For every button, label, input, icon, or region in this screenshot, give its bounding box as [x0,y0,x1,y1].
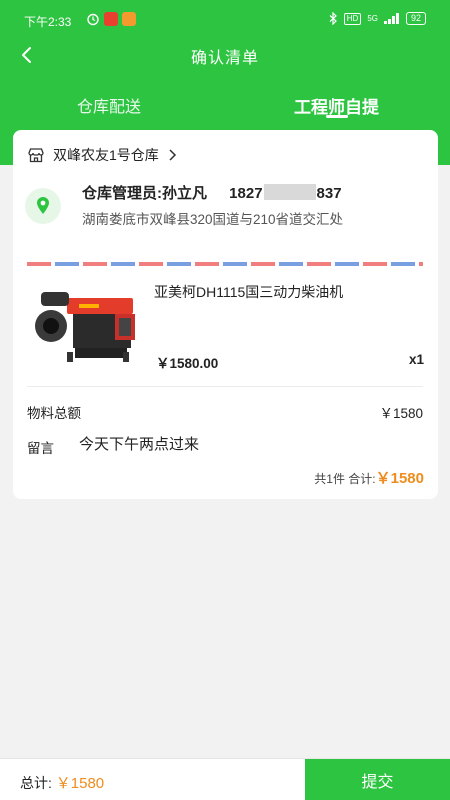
order-card: 双峰农友1号仓库 仓库管理员:孙立凡 1827 837 湖南娄底市双峰县320国道… [13,130,438,499]
message-label: 留言 [27,441,54,456]
status-time: 下午2:33 [24,15,72,29]
app-notification-icon [104,12,118,26]
phone-redaction [263,184,316,200]
manager-line: 仓库管理员:孙立凡 1827 837 [82,182,342,203]
envelope-stripe-divider [27,262,423,266]
item-count-text: 共1件 合计: [314,472,376,486]
grand-total: ￥1580 [375,470,424,487]
warehouse-name: 双峰农友1号仓库 [53,147,159,163]
pickup-address: 仓库管理员:孙立凡 1827 837 湖南娄底市双峰县320国道与210省道交汇处 [25,180,425,250]
material-total-row: 物料总额 ￥1580 [27,402,423,422]
product-name: 亚美柯DH1115国三动力柴油机 [154,284,344,300]
warehouse-selector[interactable]: 双峰农友1号仓库 [27,144,177,166]
app-notification-icon-2 [122,12,136,26]
bottom-total-label: 总计: [20,775,52,791]
divider [27,386,423,387]
material-total-label: 物料总额 [27,406,81,421]
chevron-right-icon [169,149,176,161]
product-price: ￥1580.00 [156,356,219,371]
message-input[interactable] [79,435,419,452]
network-label: 5G [367,14,378,23]
bottom-total: 总计: ￥1580 [20,772,104,793]
store-icon [28,148,44,163]
tab-bar: 仓库配送 工程师自提 [0,88,450,124]
submit-button[interactable]: 提交 [305,759,450,800]
bottom-total-value: ￥1580 [55,775,105,792]
manager-name: 仓库管理员:孙立凡 [82,185,207,202]
order-summary: 共1件 合计:￥1580 [314,467,424,488]
system-icons: HD 5G 92 [328,12,426,25]
notification-icons [86,12,136,26]
product-quantity: x1 [408,352,424,367]
message-row: 留言 [27,435,423,459]
product-image [27,284,145,366]
alarm-icon [86,12,100,26]
title-bar: 确认清单 [0,38,450,72]
bluetooth-icon [329,12,337,25]
bottom-bar: 总计: ￥1580 提交 [0,758,450,800]
battery-icon: 92 [405,12,426,25]
material-total-value: ￥1580 [379,406,423,421]
signal-icon [383,13,399,24]
page-title: 确认清单 [190,50,259,67]
hd-icon: HD [343,12,362,25]
location-pin-icon [25,188,61,224]
status-bar: 下午2:33 HD 5G 92 [0,0,450,40]
tab-warehouse-delivery[interactable]: 仓库配送 [77,93,141,117]
manager-phone: 1827 837 [229,184,342,202]
active-tab-indicator [326,115,348,118]
address-text: 湖南娄底市双峰县320国道与210省道交汇处 [82,212,344,227]
